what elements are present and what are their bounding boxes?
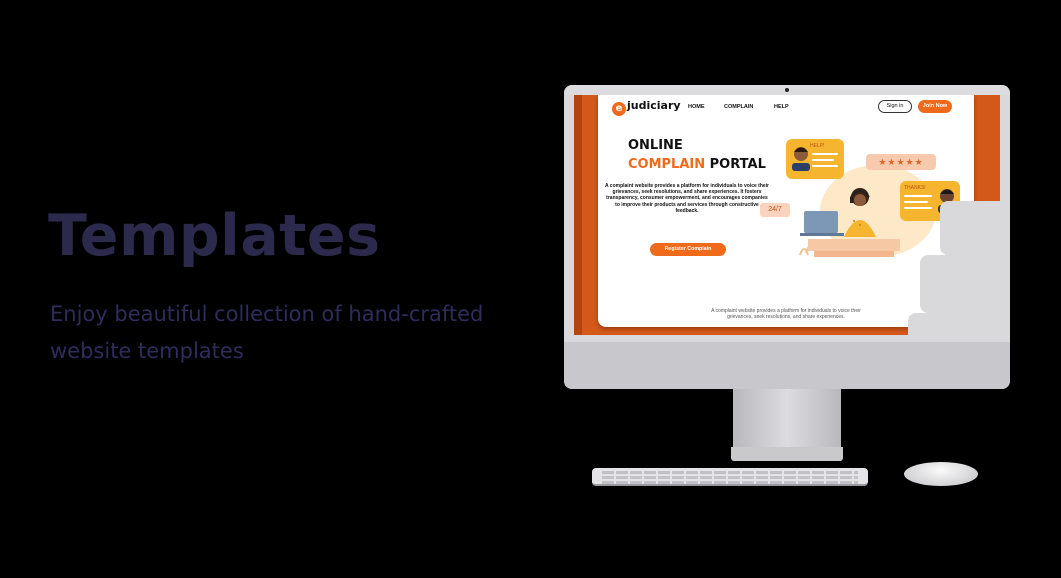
monitor-chin	[564, 342, 1010, 389]
join-now-button[interactable]: Join Now	[918, 100, 952, 113]
help-line-2	[812, 159, 834, 161]
thanks-line-3	[904, 207, 932, 209]
imac-monitor: e judiciary HOME COMPLAIN HELP Sign in Jo…	[564, 85, 1010, 389]
nav-help[interactable]: HELP	[774, 104, 789, 110]
thanks-label: THANKS!	[904, 185, 926, 191]
keyboard-icon	[592, 468, 868, 486]
help-line-1	[812, 153, 838, 155]
monitor-screen: e judiciary HOME COMPLAIN HELP Sign in Jo…	[574, 95, 1000, 335]
signin-button[interactable]: Sign in	[878, 100, 912, 113]
help-line-3	[812, 165, 838, 167]
thanks-line-2	[904, 201, 928, 203]
logo-text: judiciary	[627, 99, 681, 112]
camera-dot	[785, 88, 789, 92]
heading-complain-portal: COMPLAIN PORTAL	[628, 157, 766, 172]
user-avatar-icon	[792, 147, 810, 171]
help-label: HELP!	[810, 143, 825, 149]
heading-online: ONLINE	[628, 138, 683, 153]
rating-stars: ★★★★★	[866, 154, 936, 170]
hero-title: Templates	[48, 203, 381, 269]
heading-complain: COMPLAIN	[628, 157, 706, 172]
ghost-panel-2	[920, 255, 1000, 313]
mouse-icon	[904, 462, 978, 486]
screen-edge	[574, 95, 582, 335]
site-description: A complaint website provides a platform …	[604, 183, 769, 214]
monitor-stand	[733, 389, 841, 449]
ghost-panel-3	[908, 313, 1000, 335]
site-logo[interactable]: e judiciary	[612, 99, 681, 116]
nav-home[interactable]: HOME	[688, 104, 705, 110]
footer-text: A complaint website provides a platform …	[711, 308, 861, 320]
key-row	[602, 471, 858, 474]
key-row	[602, 476, 858, 479]
website-preview: e judiciary HOME COMPLAIN HELP Sign in Jo…	[598, 95, 974, 327]
availability-tag: 24/7	[760, 203, 790, 217]
logo-letter: e	[612, 102, 626, 116]
register-complain-button[interactable]: Register Complain	[650, 243, 726, 256]
monitor-stand-base	[731, 447, 843, 461]
key-row	[602, 481, 858, 484]
thanks-line-1	[904, 195, 932, 197]
hero-subtitle: Enjoy beautiful collection of hand-craft…	[50, 302, 484, 363]
ghost-panel-1	[940, 201, 1000, 255]
nav-complain[interactable]: COMPLAIN	[724, 104, 753, 110]
